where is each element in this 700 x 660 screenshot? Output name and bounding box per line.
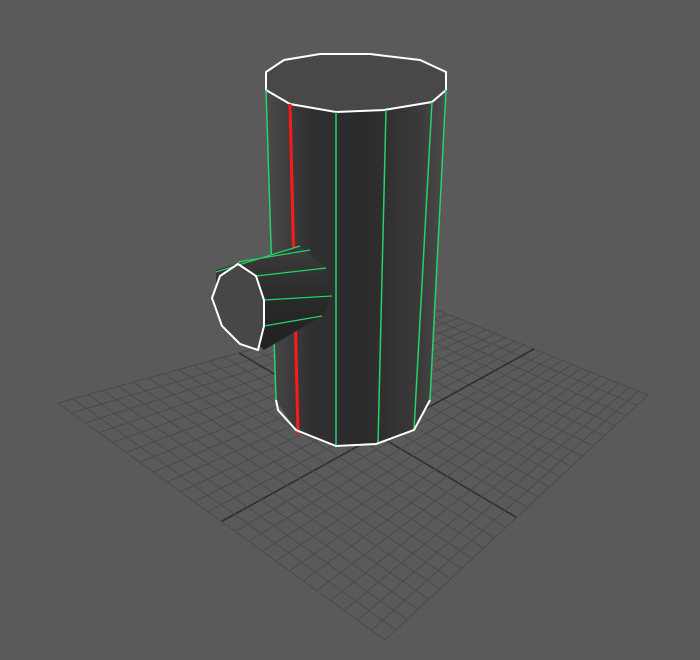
main-cylinder-top-cap (265, 53, 447, 114)
side-cylinder-end-cap (210, 262, 265, 352)
3d-viewport[interactable] (0, 0, 700, 660)
grid-line (384, 394, 649, 641)
viewport-canvas[interactable] (0, 0, 700, 660)
